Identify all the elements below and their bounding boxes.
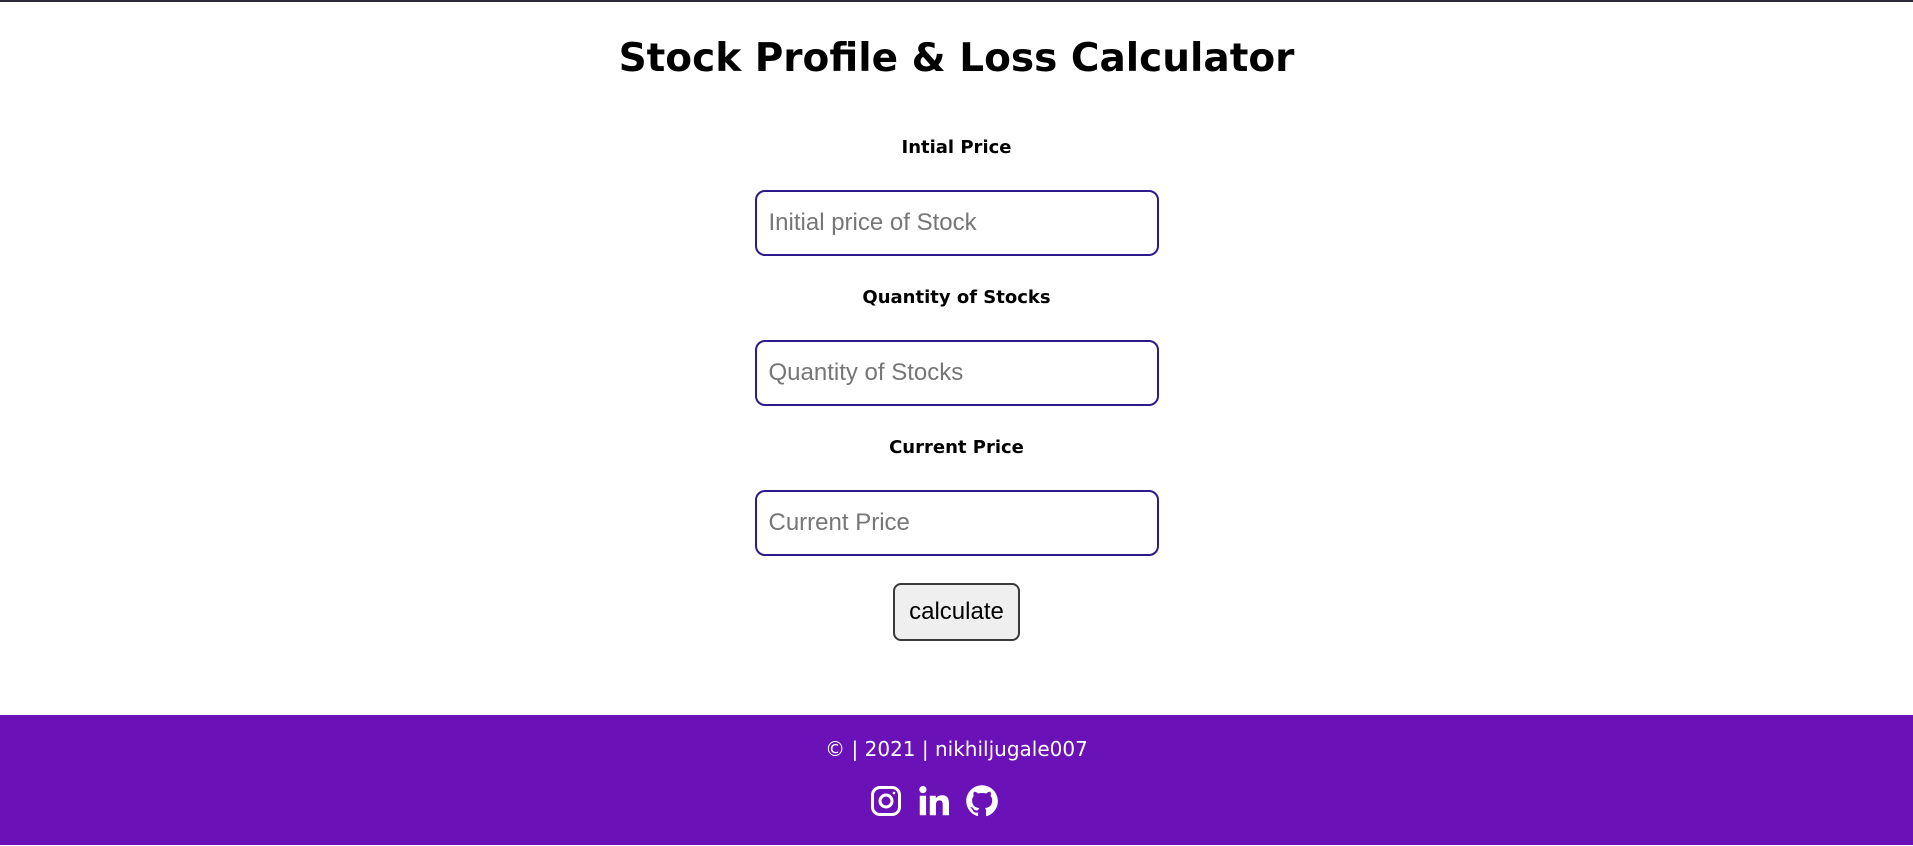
- footer: © | 2021 | nikhiljugale007: [0, 715, 1913, 845]
- instagram-link[interactable]: [868, 783, 904, 819]
- current-price-input[interactable]: [754, 490, 1159, 556]
- instagram-icon: [870, 786, 901, 816]
- calculator-form: Intial Price Quantity of Stocks Current …: [0, 82, 1913, 641]
- page: Stock Profile & Loss Calculator Intial P…: [0, 0, 1913, 846]
- calculate-button[interactable]: calculate: [893, 583, 1020, 641]
- copyright-text: © | 2021 | nikhiljugale007: [825, 737, 1088, 761]
- page-title: Stock Profile & Loss Calculator: [618, 36, 1295, 81]
- initial-price-label: Intial Price: [901, 137, 1012, 158]
- initial-price-input[interactable]: [754, 190, 1159, 256]
- quantity-label: Quantity of Stocks: [862, 287, 1051, 308]
- social-links: [0, 783, 1913, 819]
- linkedin-icon: [918, 786, 949, 816]
- main-content: Stock Profile & Loss Calculator Intial P…: [0, 2, 1913, 641]
- current-price-label: Current Price: [889, 437, 1024, 458]
- github-icon: [965, 785, 998, 817]
- github-link[interactable]: [964, 783, 1000, 819]
- linkedin-link[interactable]: [916, 783, 952, 819]
- quantity-input[interactable]: [754, 340, 1159, 406]
